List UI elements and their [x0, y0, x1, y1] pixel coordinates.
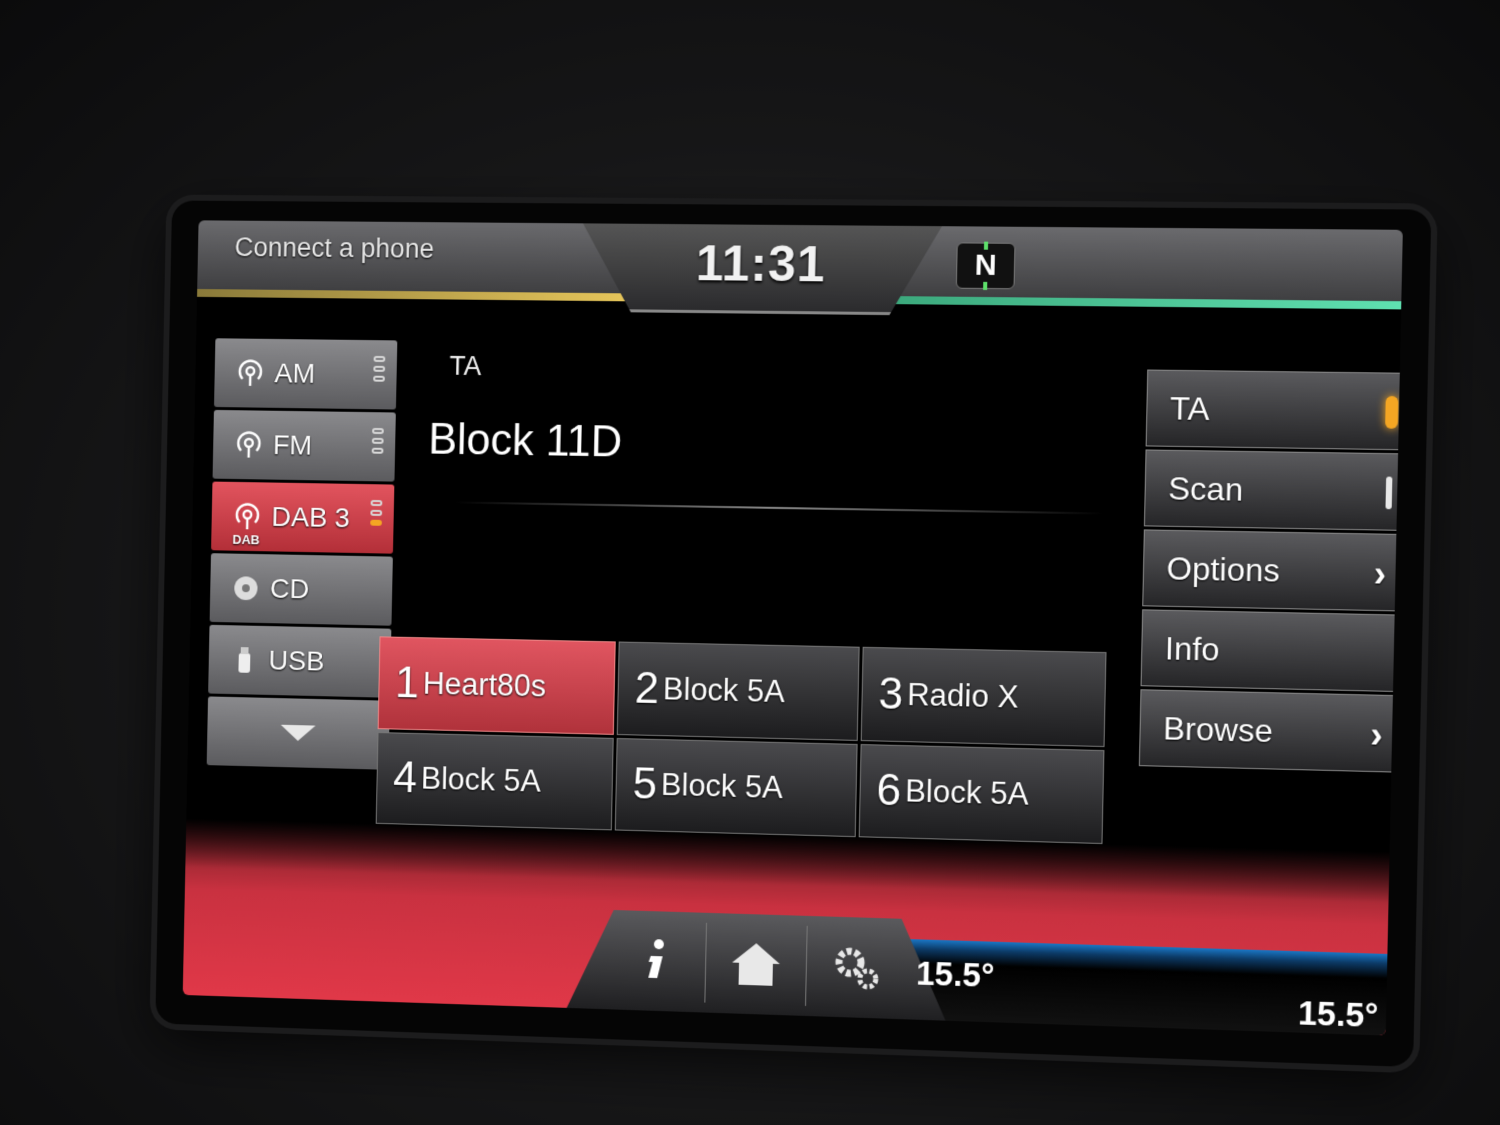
clock-tab: 11:31	[581, 223, 942, 315]
preset-button-2[interactable]: 2 Block 5A	[617, 641, 860, 741]
scan-off-indicator	[1385, 476, 1393, 510]
preset-button-3[interactable]: 3 Radio X	[860, 646, 1107, 747]
compass-indicator: N	[955, 242, 1016, 290]
driver-temperature[interactable]: 15.5°	[916, 954, 995, 995]
source-label: USB	[268, 644, 325, 677]
usb-icon	[230, 645, 260, 675]
info-button-label: Info	[1164, 629, 1221, 668]
chevron-right-icon: ›	[1373, 552, 1387, 595]
screen-bezel: Connect a phone N 11:31 AM FM DAB 3 DAB …	[155, 200, 1432, 1068]
preset-name: Block 5A	[662, 671, 786, 709]
preset-number: 6	[875, 765, 902, 816]
preset-button-5[interactable]: 5 Block 5A	[615, 737, 858, 838]
passenger-temperature[interactable]: 15.5°	[1298, 994, 1379, 1035]
home-icon	[730, 941, 783, 989]
browse-button[interactable]: Browse ›	[1138, 689, 1403, 773]
phone-accent-bar	[197, 289, 626, 302]
preset-name: Block 5A	[420, 761, 542, 799]
settings-nav-button[interactable]	[806, 926, 908, 1009]
source-item-usb[interactable]: USB	[208, 624, 392, 698]
preset-name: Block 5A	[660, 767, 784, 806]
scan-button[interactable]: Scan	[1143, 449, 1403, 531]
preset-number: 3	[877, 668, 904, 719]
clock: 11:31	[695, 235, 827, 293]
preset-name: Block 5A	[904, 773, 1030, 812]
function-buttons: TA Scan Options › Info Browse ›	[1138, 369, 1403, 776]
source-scroll-down-button[interactable]	[206, 696, 390, 770]
source-item-fm[interactable]: FM	[212, 409, 396, 482]
chevron-down-icon	[280, 724, 316, 742]
source-list: AM FM DAB 3 DAB CD USB	[206, 338, 398, 773]
climate-accent-bar	[869, 295, 1402, 310]
preset-button-1[interactable]: 1 Heart80s	[377, 636, 617, 735]
source-item-am[interactable]: AM	[214, 338, 398, 410]
dab-sublabel: DAB	[232, 531, 260, 548]
options-button-label: Options	[1166, 549, 1281, 589]
ta-button-label: TA	[1169, 389, 1210, 427]
preset-bank-indicator	[371, 427, 384, 458]
scan-button-label: Scan	[1167, 469, 1244, 508]
source-label: FM	[272, 429, 313, 461]
source-label: DAB 3	[271, 501, 351, 534]
preset-grid: 1 Heart80s 2 Block 5A 3 Radio X 4 Block …	[375, 636, 1107, 845]
preset-bank-indicator	[370, 499, 383, 530]
preset-bank-indicator	[373, 355, 386, 386]
antenna-icon	[236, 358, 266, 388]
divider	[454, 501, 1104, 515]
preset-name: Radio X	[906, 676, 1019, 715]
info-nav-button[interactable]	[605, 920, 707, 1003]
station-name: Block 11D	[427, 414, 623, 467]
options-button[interactable]: Options ›	[1142, 529, 1403, 612]
ta-button[interactable]: TA	[1145, 369, 1403, 451]
info-button[interactable]: Info	[1140, 609, 1403, 693]
info-icon	[640, 938, 671, 985]
preset-number: 2	[634, 663, 660, 713]
phone-status-text[interactable]: Connect a phone	[234, 232, 434, 264]
preset-button-6[interactable]: 6 Block 5A	[858, 743, 1105, 845]
disc-icon	[231, 573, 261, 603]
bottom-nav	[567, 909, 948, 1021]
preset-button-4[interactable]: 4 Block 5A	[375, 731, 615, 831]
browse-button-label: Browse	[1162, 709, 1274, 749]
ta-on-indicator	[1385, 395, 1399, 429]
home-nav-button[interactable]	[705, 923, 807, 1006]
source-item-dab[interactable]: DAB 3 DAB	[211, 481, 395, 554]
preset-number: 4	[392, 753, 418, 803]
infotainment-screen: Connect a phone N 11:31 AM FM DAB 3 DAB …	[182, 220, 1403, 1036]
source-label: CD	[269, 573, 310, 605]
antenna-icon	[234, 430, 264, 460]
source-label: AM	[274, 357, 316, 389]
preset-name: Heart80s	[422, 665, 547, 704]
preset-number: 1	[394, 658, 420, 708]
source-item-cd[interactable]: CD	[209, 553, 393, 626]
preset-number: 5	[632, 759, 658, 809]
traffic-announcement-label: TA	[449, 350, 482, 382]
gear-icon	[831, 944, 882, 992]
antenna-icon	[233, 502, 263, 532]
chevron-right-icon: ›	[1369, 713, 1384, 756]
